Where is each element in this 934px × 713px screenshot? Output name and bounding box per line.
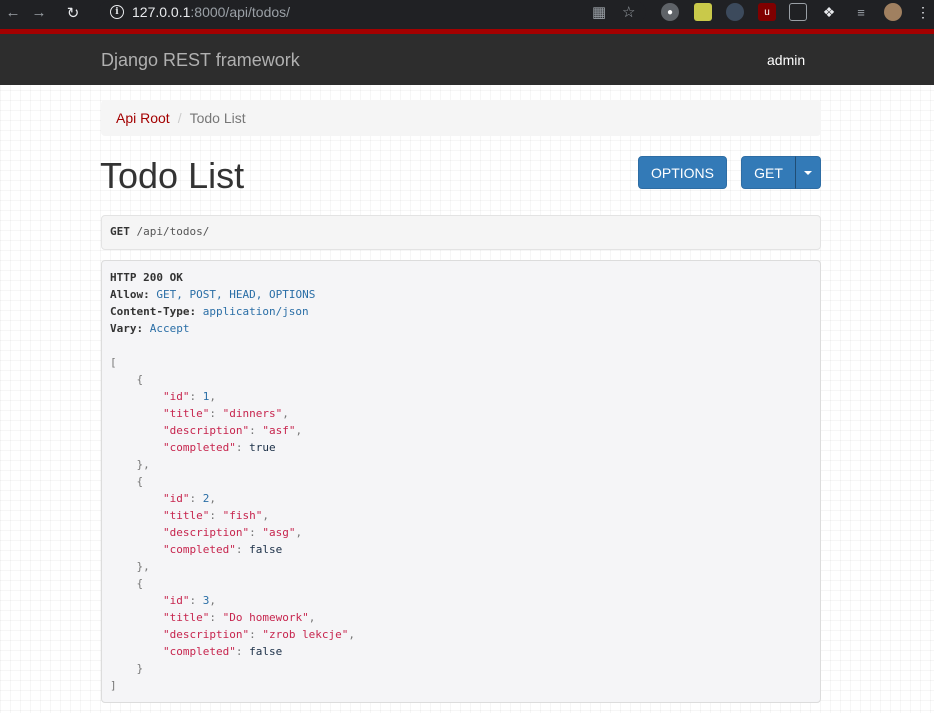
json-object-close: } xyxy=(110,662,144,675)
json-object-close: }, xyxy=(110,560,150,573)
json-field: "title": "Do homework", xyxy=(162,611,316,624)
brand-link[interactable]: Django REST framework xyxy=(101,50,300,71)
navbar: Django REST framework admin xyxy=(0,34,934,85)
response-status: HTTP 200 OK xyxy=(110,271,183,284)
extension-icon-2[interactable] xyxy=(694,3,712,21)
browser-toolbar: ← → ↻ i 127.0.0.1:8000/api/todos/ ▦ ☆ ● … xyxy=(0,0,934,25)
site-info-icon[interactable]: i xyxy=(110,5,124,19)
get-button[interactable]: GET xyxy=(741,156,796,189)
response-info: HTTP 200 OK Allow: GET, POST, HEAD, OPTI… xyxy=(101,260,821,703)
media-playlist-icon[interactable]: ≡ xyxy=(852,3,870,21)
json-field: "description": "asf", xyxy=(162,424,303,437)
breadcrumb: Api Root / Todo List xyxy=(101,100,821,136)
request-info: GET /api/todos/ xyxy=(101,215,821,250)
translate-icon[interactable]: ▦ xyxy=(592,3,606,21)
page-title: Todo List xyxy=(100,155,245,196)
ublock-icon[interactable]: u xyxy=(758,3,776,21)
extension-icon-3[interactable] xyxy=(726,3,744,21)
json-object-open: { xyxy=(110,475,144,488)
json-field: "id": 3, xyxy=(162,594,216,607)
breadcrumb-current: Todo List xyxy=(189,110,246,126)
json-field: "description": "asg", xyxy=(162,526,303,539)
extensions-puzzle-icon[interactable]: ❖ xyxy=(820,3,838,21)
forward-icon[interactable]: → xyxy=(26,0,52,25)
profile-avatar[interactable] xyxy=(884,3,902,21)
bookmark-star-icon[interactable]: ☆ xyxy=(622,3,635,21)
breadcrumb-separator: / xyxy=(177,110,182,126)
accent-bar xyxy=(0,25,934,34)
json-object-close: }, xyxy=(110,458,150,471)
menu-kebab-icon[interactable]: ⋮ xyxy=(914,3,932,21)
header-allow: Allow: GET, POST, HEAD, OPTIONS xyxy=(110,288,316,301)
extension-icon-5[interactable] xyxy=(789,3,807,21)
json-object-open: { xyxy=(110,577,144,590)
json-field: "completed": true xyxy=(162,441,276,454)
json-field: "title": "fish", xyxy=(162,509,269,522)
request-method: GET xyxy=(110,225,130,238)
json-close-bracket: ] xyxy=(110,679,117,692)
url-text: 127.0.0.1:8000/api/todos/ xyxy=(132,4,291,20)
get-format-dropdown[interactable] xyxy=(795,156,821,189)
options-button[interactable]: OPTIONS xyxy=(638,156,727,189)
json-field: "id": 1, xyxy=(162,390,216,403)
json-field: "completed": false xyxy=(162,543,283,556)
breadcrumb-api-root[interactable]: Api Root xyxy=(116,110,170,126)
reload-icon[interactable]: ↻ xyxy=(60,0,86,25)
json-field: "completed": false xyxy=(162,645,283,658)
address-bar[interactable]: i 127.0.0.1:8000/api/todos/ ▦ ☆ xyxy=(98,1,646,23)
back-icon[interactable]: ← xyxy=(0,0,26,25)
json-field: "description": "zrob lekcje", xyxy=(162,628,356,641)
caret-down-icon xyxy=(804,170,812,175)
json-open-bracket: [ xyxy=(110,356,117,369)
json-field: "title": "dinners", xyxy=(162,407,289,420)
user-menu[interactable]: admin xyxy=(767,52,805,68)
json-field: "id": 2, xyxy=(162,492,216,505)
extension-icon-1[interactable]: ● xyxy=(661,3,679,21)
json-object-open: { xyxy=(110,373,144,386)
header-content-type: Content-Type: application/json xyxy=(110,305,309,318)
header-vary: Vary: Accept xyxy=(110,322,190,335)
request-path: /api/todos/ xyxy=(136,225,210,238)
